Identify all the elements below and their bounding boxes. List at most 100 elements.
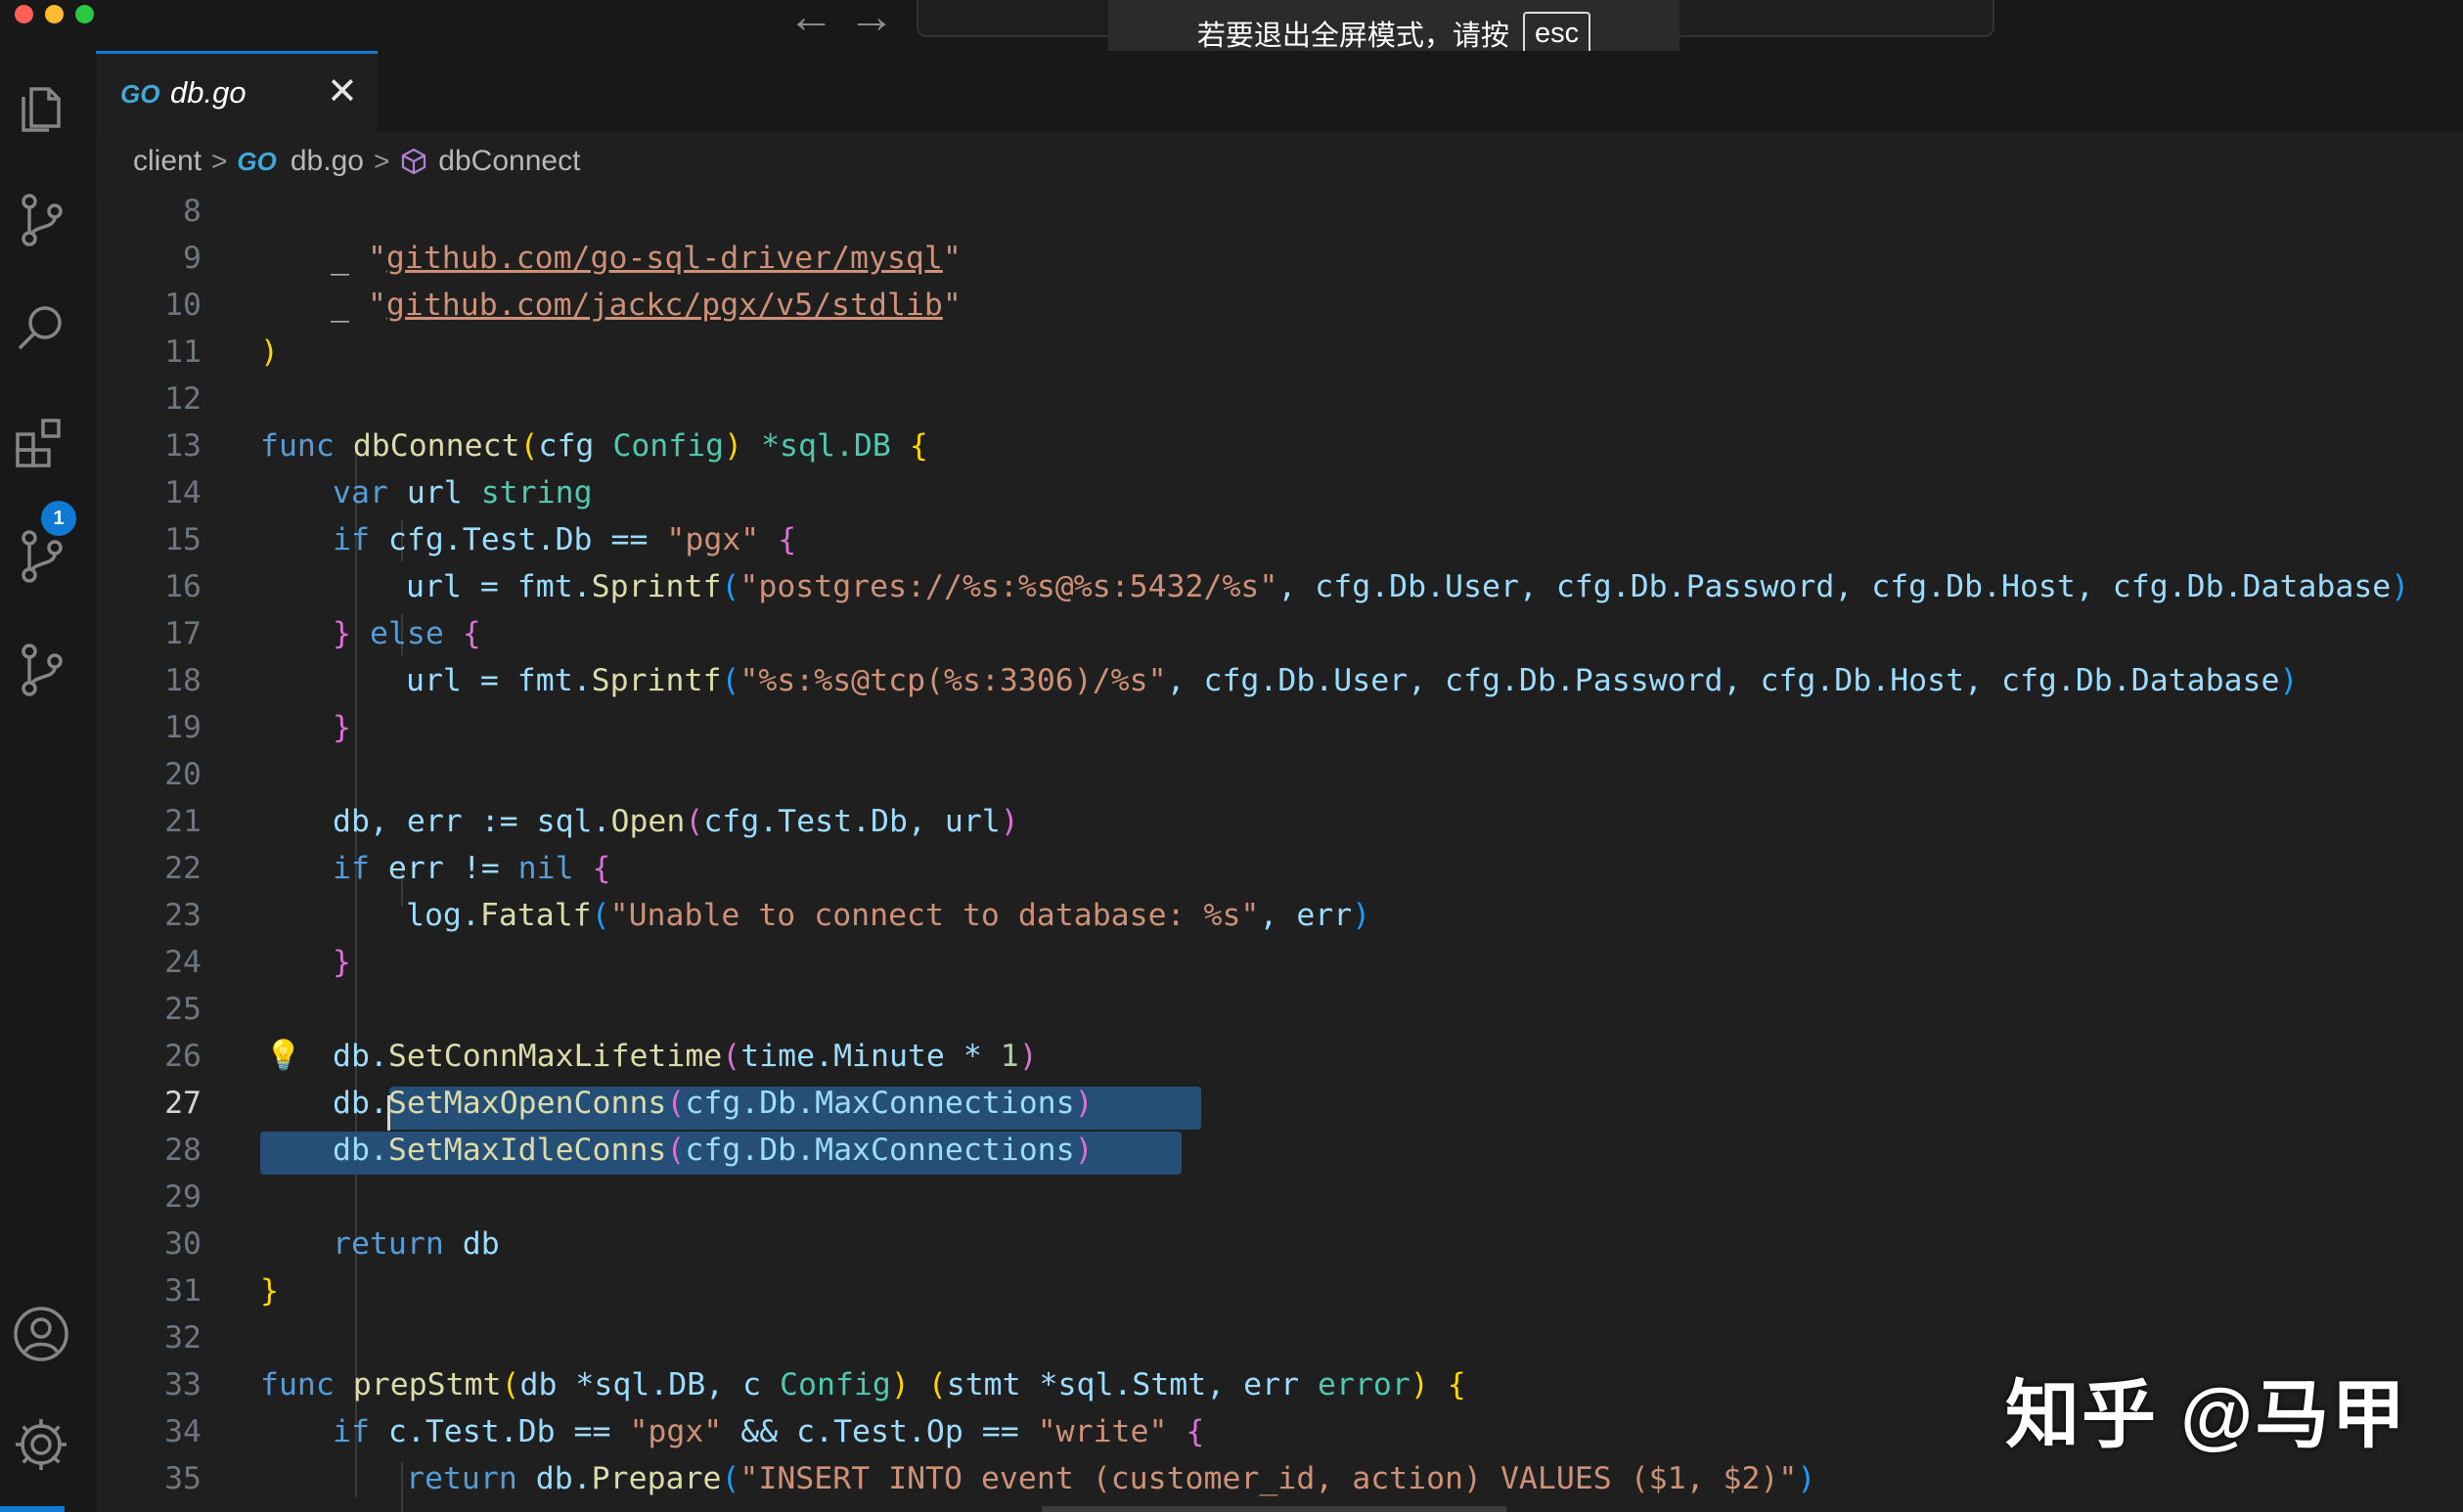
import-link[interactable]: github.com/jackc/pgx/v5/stdlib xyxy=(386,288,943,323)
line-number: 10 xyxy=(164,288,202,323)
code-line: 8 xyxy=(96,191,2463,235)
line-number: 11 xyxy=(164,334,202,370)
code-line: 21 db, err := sql.Open(cfg.Test.Db, url) xyxy=(96,798,2463,845)
line-number: 20 xyxy=(164,757,202,792)
code-token: error xyxy=(1318,1367,1411,1402)
activity-bar: 1 xyxy=(0,51,96,1512)
code-token: func xyxy=(260,1367,335,1402)
code-token: Config xyxy=(780,1367,891,1402)
breadcrumb-file[interactable]: db.go xyxy=(291,145,364,178)
code-token: ) xyxy=(1797,1461,1816,1496)
breadcrumb-folder[interactable]: client xyxy=(133,145,202,178)
code-token: db. xyxy=(333,1039,388,1074)
chevron-right-icon: > xyxy=(373,146,390,176)
account-icon[interactable] xyxy=(10,1303,72,1365)
code-token: ) xyxy=(1074,1133,1094,1168)
code-token: ( xyxy=(927,1367,947,1402)
forward-arrow-icon[interactable]: → xyxy=(848,0,895,41)
line-number: 27 xyxy=(164,1086,202,1121)
line-number: 25 xyxy=(164,992,202,1027)
line-number: 13 xyxy=(164,428,202,464)
line-number: 17 xyxy=(164,616,202,651)
code-token: { xyxy=(909,428,928,464)
breadcrumb-symbol[interactable]: dbConnect xyxy=(438,145,580,178)
code-token: ( xyxy=(591,898,610,933)
settings-gear-icon[interactable] xyxy=(10,1413,72,1476)
breadcrumb: client > GO db.go > dbConnect xyxy=(96,132,2463,191)
code-token: , err xyxy=(1259,898,1353,933)
code-line: 26 db.SetConnMaxLifetime(time.Minute * 1) xyxy=(96,1033,2463,1080)
code-token: ) xyxy=(260,334,279,370)
code-token: time.Minute * xyxy=(740,1039,1001,1074)
code-editor[interactable]: 💡 8 9 _ "github.com/go-sql-driver/mysql" … xyxy=(96,191,2463,1512)
code-line: 16 url = fmt.Sprintf("postgres://%s:%s@%s… xyxy=(96,563,2463,610)
line-number: 33 xyxy=(164,1367,202,1402)
import-link[interactable]: github.com/go-sql-driver/mysql xyxy=(386,241,943,276)
code-line: 35 return db.Prepare("INSERT INTO event (… xyxy=(96,1455,2463,1502)
code-token: Open xyxy=(610,804,686,839)
code-token: c.Test.Db == xyxy=(387,1414,630,1449)
code-token: db xyxy=(462,1226,500,1262)
code-token: "pgx" xyxy=(629,1414,723,1449)
explorer-files-icon[interactable] xyxy=(10,75,72,138)
close-window-button[interactable] xyxy=(15,5,33,23)
code-token: ) xyxy=(2279,663,2299,698)
code-token: cfg.Db.MaxConnections xyxy=(685,1133,1075,1168)
code-token: log. xyxy=(406,898,480,933)
line-number: 15 xyxy=(164,522,202,557)
watermark: 知乎 @马甲 xyxy=(2005,1374,2408,1457)
line-number: 28 xyxy=(164,1133,202,1168)
zoom-window-button[interactable] xyxy=(75,5,94,23)
minimize-window-button[interactable] xyxy=(45,5,64,23)
code-token: else xyxy=(369,616,444,651)
code-token: if xyxy=(333,851,370,886)
code-line: 27 db.SetMaxOpenConns(cfg.Db.MaxConnectio… xyxy=(96,1080,2463,1127)
code-token: } xyxy=(333,616,351,651)
code-token: if xyxy=(333,1414,370,1449)
code-token: cfg.Test.Db == xyxy=(387,522,667,557)
code-line: 11) xyxy=(96,329,2463,376)
code-token: { xyxy=(1447,1367,1466,1402)
line-number: 16 xyxy=(164,569,202,604)
code-token: if xyxy=(333,522,370,557)
go-file-icon: GO xyxy=(120,79,160,109)
close-icon[interactable]: ✕ xyxy=(327,69,358,113)
back-arrow-icon[interactable]: ← xyxy=(787,0,834,41)
code-token: db. xyxy=(333,1086,388,1121)
line-number: 22 xyxy=(164,851,202,886)
code-line: 23 log.Fatalf("Unable to connect to datab… xyxy=(96,892,2463,939)
code-line: 20 xyxy=(96,751,2463,798)
code-token: return xyxy=(333,1226,444,1262)
search-icon[interactable] xyxy=(10,297,72,360)
line-number: 8 xyxy=(183,194,202,229)
code-line: 17} else { xyxy=(96,610,2463,657)
code-token: ( xyxy=(519,428,539,464)
code-token: SetMaxIdleConns xyxy=(387,1133,667,1168)
code-token: ( xyxy=(721,1461,740,1496)
code-line: 28 db.SetMaxIdleConns(cfg.Db.MaxConnectio… xyxy=(96,1127,2463,1174)
code-token: "pgx" xyxy=(666,522,760,557)
source-control-icon[interactable] xyxy=(10,638,72,700)
title-bar: ← → 若要退出全屏模式，请按 esc xyxy=(0,0,2463,67)
tab-label: db.go xyxy=(170,75,246,110)
source-control-icon[interactable] xyxy=(10,524,72,587)
code-line: 24} xyxy=(96,939,2463,986)
code-token: } xyxy=(260,1273,279,1309)
code-token: return xyxy=(406,1461,517,1496)
horizontal-scrollbar[interactable] xyxy=(1042,1506,1506,1512)
code-token: ) xyxy=(1000,804,1019,839)
code-token: Fatalf xyxy=(479,898,592,933)
code-token: SetConnMaxLifetime xyxy=(387,1039,723,1074)
code-token: cfg xyxy=(538,428,595,464)
code-token: { xyxy=(1186,1414,1205,1449)
code-token: _ xyxy=(331,288,368,323)
tab-db-go[interactable]: GO db.go ✕ xyxy=(96,51,378,132)
code-token: && c.Test.Op == xyxy=(722,1414,1038,1449)
code-token: ( xyxy=(685,804,704,839)
source-control-icon[interactable] xyxy=(10,188,72,250)
line-number: 23 xyxy=(164,898,202,933)
code-token: Config xyxy=(612,428,725,464)
code-token: db. xyxy=(535,1461,592,1496)
extensions-icon[interactable] xyxy=(10,411,72,473)
code-token: string xyxy=(480,475,593,511)
